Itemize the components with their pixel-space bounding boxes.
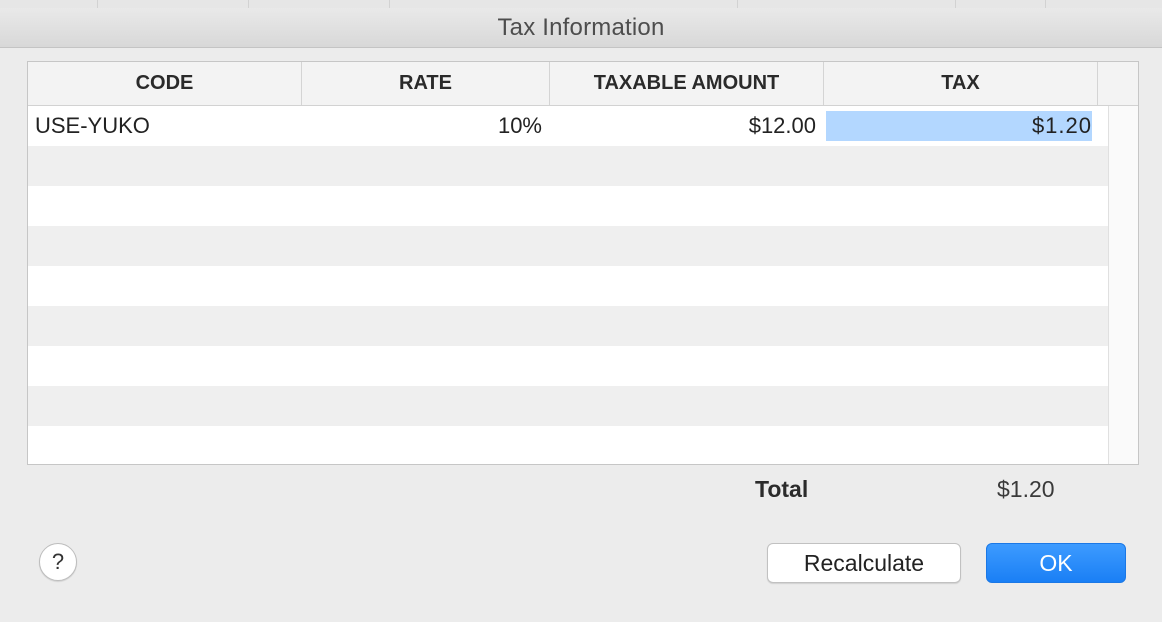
- strip-divider: [248, 0, 249, 8]
- background-window-strip: [0, 0, 1162, 8]
- tax-information-dialog: Tax Information CODE RATE TAXABLE AMOUNT…: [0, 0, 1162, 622]
- table-row[interactable]: [28, 346, 1108, 386]
- strip-divider: [955, 0, 956, 8]
- strip-divider: [737, 0, 738, 8]
- strip-divider: [389, 0, 390, 8]
- ok-button[interactable]: OK: [986, 543, 1126, 583]
- recalculate-button[interactable]: Recalculate: [767, 543, 961, 583]
- column-header-spacer: [1098, 62, 1138, 105]
- cell-rate[interactable]: 10%: [302, 106, 550, 146]
- table-row[interactable]: [28, 226, 1108, 266]
- cell-code[interactable]: USE-YUKO: [28, 106, 302, 146]
- strip-divider: [1045, 0, 1046, 8]
- total-label: Total: [755, 476, 809, 502]
- table-row[interactable]: [28, 146, 1108, 186]
- vertical-scrollbar[interactable]: [1108, 106, 1138, 464]
- table-row[interactable]: [28, 426, 1108, 464]
- table-body: USE-YUKO 10% $12.00 $1.20: [28, 106, 1108, 464]
- table-row[interactable]: [28, 266, 1108, 306]
- column-header-code[interactable]: CODE: [28, 62, 302, 105]
- total-value: $1.20: [997, 476, 1055, 502]
- recalculate-button-label: Recalculate: [803, 549, 925, 576]
- help-question-icon: ?: [51, 549, 65, 574]
- table-row[interactable]: [28, 306, 1108, 346]
- table-header: CODE RATE TAXABLE AMOUNT TAX: [28, 62, 1138, 106]
- title-bar: Tax Information: [0, 8, 1162, 48]
- cell-taxable-amount[interactable]: $12.00: [550, 106, 824, 146]
- ok-button-label: OK: [1039, 549, 1073, 576]
- table-row[interactable]: [28, 386, 1108, 426]
- dialog-title: Tax Information: [497, 13, 665, 41]
- help-button[interactable]: ?: [39, 543, 77, 581]
- strip-divider: [97, 0, 98, 8]
- table-row[interactable]: [28, 186, 1108, 226]
- table-row[interactable]: USE-YUKO 10% $12.00 $1.20: [28, 106, 1108, 146]
- column-header-taxable-amount[interactable]: TAXABLE AMOUNT: [550, 62, 824, 105]
- tax-table: CODE RATE TAXABLE AMOUNT TAX USE-YUKO 10…: [27, 61, 1139, 465]
- column-header-tax[interactable]: TAX: [824, 62, 1098, 105]
- column-header-rate[interactable]: RATE: [302, 62, 550, 105]
- cell-tax[interactable]: $1.20: [1032, 106, 1092, 146]
